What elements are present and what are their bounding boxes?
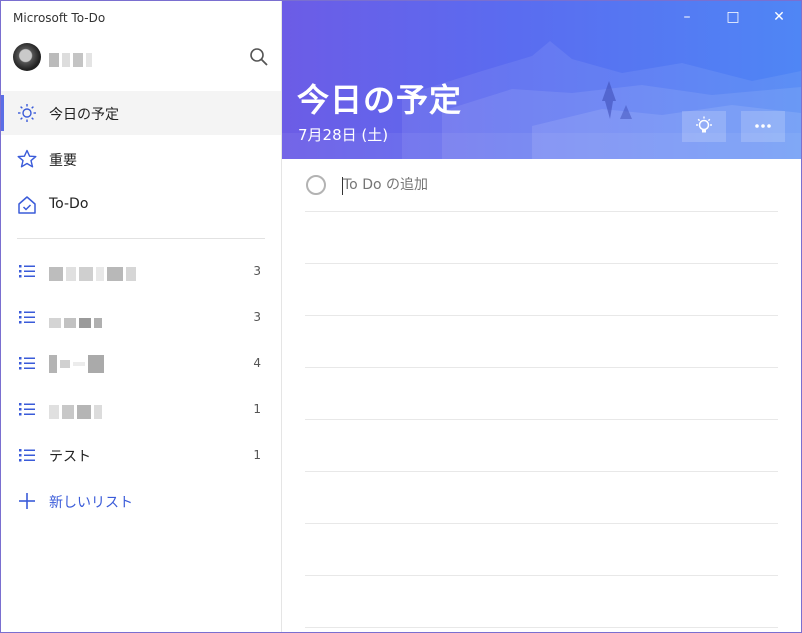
ruled-line xyxy=(305,471,778,472)
list-count: 3 xyxy=(253,310,261,324)
app-title: Microsoft To-Do xyxy=(13,11,106,25)
page-title: 今日の予定 xyxy=(297,81,463,119)
add-todo-input[interactable] xyxy=(343,177,743,193)
nav-item-important[interactable]: 重要 xyxy=(1,137,281,181)
main-panel: – □ ✕ 今日の予定 7月28日 (土) xyxy=(282,1,801,632)
list-label-test: テスト xyxy=(49,449,91,465)
sun-icon xyxy=(18,104,36,122)
ruled-line xyxy=(305,211,778,212)
maximize-button[interactable]: □ xyxy=(722,7,744,27)
more-icon xyxy=(755,124,771,128)
nav-label-todo: To-Do xyxy=(49,196,89,212)
avatar[interactable] xyxy=(13,43,41,71)
new-list-button[interactable]: 新しいリスト xyxy=(1,479,281,523)
header-banner: – □ ✕ 今日の予定 7月28日 (土) xyxy=(282,1,801,159)
redacted-text xyxy=(49,401,105,420)
redacted-text xyxy=(49,353,107,373)
list-item[interactable]: 3 xyxy=(1,249,281,293)
user-name-redacted xyxy=(49,49,113,67)
ruled-line xyxy=(305,263,778,264)
nav-label-today: 今日の予定 xyxy=(49,107,119,123)
minimize-button[interactable]: – xyxy=(676,7,698,27)
list-item-test[interactable]: テスト 1 xyxy=(1,433,281,477)
suggestions-button[interactable] xyxy=(682,111,726,142)
list-item[interactable]: 1 xyxy=(1,387,281,431)
add-todo-row[interactable] xyxy=(305,169,778,205)
redacted-text xyxy=(49,312,105,331)
app-window: Microsoft To-Do 今日の予定 重要 To-Do 3 3 4 1 テ… xyxy=(0,0,802,633)
list-item[interactable]: 4 xyxy=(1,341,281,385)
star-icon xyxy=(17,149,37,168)
nav-item-todo[interactable]: To-Do xyxy=(1,183,281,227)
text-caret xyxy=(342,177,343,195)
new-list-label: 新しいリスト xyxy=(49,495,133,511)
page-date: 7月28日 (土) xyxy=(298,126,389,144)
list-icon xyxy=(19,403,35,416)
ruled-line xyxy=(305,627,778,628)
add-todo-circle-icon xyxy=(306,175,326,195)
sidebar-divider xyxy=(17,238,265,239)
lightbulb-icon xyxy=(696,116,712,133)
nav-label-important: 重要 xyxy=(49,153,77,169)
home-check-icon xyxy=(18,196,36,214)
plus-icon xyxy=(19,493,35,509)
redacted-text xyxy=(49,263,139,282)
ruled-line xyxy=(305,367,778,368)
close-button[interactable]: ✕ xyxy=(768,7,790,27)
ruled-line xyxy=(305,575,778,576)
list-icon xyxy=(19,357,35,370)
ruled-line xyxy=(305,315,778,316)
search-icon[interactable] xyxy=(249,47,269,67)
nav-item-today[interactable]: 今日の予定 xyxy=(1,91,281,135)
list-count: 3 xyxy=(253,264,261,278)
list-icon xyxy=(19,449,35,462)
list-icon xyxy=(19,265,35,278)
more-options-button[interactable] xyxy=(741,111,785,142)
list-icon xyxy=(19,311,35,324)
list-count: 4 xyxy=(253,356,261,370)
sidebar: Microsoft To-Do 今日の予定 重要 To-Do 3 3 4 1 テ… xyxy=(1,1,282,632)
list-item[interactable]: 3 xyxy=(1,295,281,339)
ruled-line xyxy=(305,419,778,420)
user-row[interactable] xyxy=(13,43,271,71)
list-count: 1 xyxy=(253,402,261,416)
list-count: 1 xyxy=(253,448,261,462)
ruled-line xyxy=(305,523,778,524)
